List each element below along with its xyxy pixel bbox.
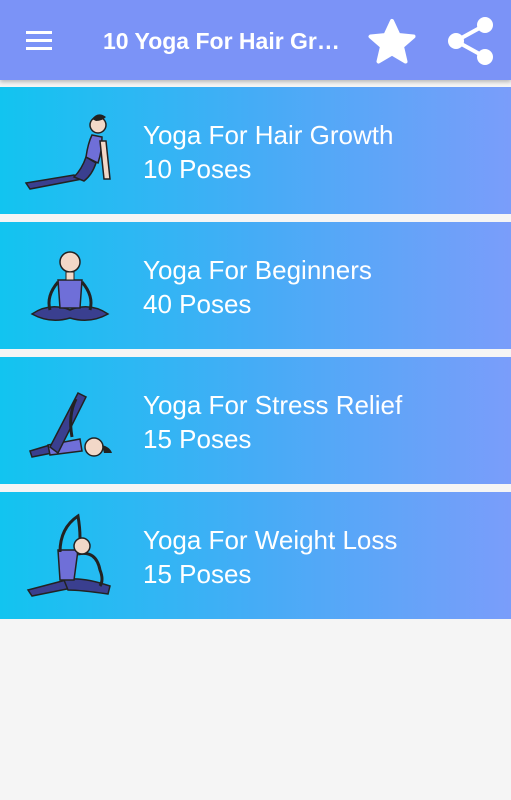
share-icon[interactable] xyxy=(443,14,499,68)
category-title: Yoga For Hair Growth xyxy=(143,120,394,150)
app-bar: 10 Yoga For Hair Growth xyxy=(0,0,511,80)
category-pose-count: 15 Poses xyxy=(143,424,252,454)
cobra-pose-icon xyxy=(24,114,111,190)
lotus-pose-icon xyxy=(30,251,110,321)
category-title: Yoga For Beginners xyxy=(143,255,372,285)
category-card-weight-loss[interactable]: Yoga For Weight Loss 15 Poses xyxy=(0,492,511,619)
category-card-beginners[interactable]: Yoga For Beginners 40 Poses xyxy=(0,222,511,349)
star-icon[interactable] xyxy=(366,18,418,66)
category-pose-count: 15 Poses xyxy=(143,559,252,589)
category-title: Yoga For Weight Loss xyxy=(143,525,398,555)
category-pose-count: 10 Poses xyxy=(143,154,252,184)
category-card-hair-growth[interactable]: Yoga For Hair Growth 10 Poses xyxy=(0,87,511,214)
leg-stretch-pose-icon xyxy=(29,391,112,458)
category-pose-count: 40 Poses xyxy=(143,289,252,319)
category-title: Yoga For Stress Relief xyxy=(143,390,403,420)
category-card-stress-relief[interactable]: Yoga For Stress Relief 15 Poses xyxy=(0,357,511,484)
king-pigeon-pose-icon xyxy=(26,513,111,597)
app-title: 10 Yoga For Hair Growth xyxy=(103,28,343,54)
hamburger-menu-icon[interactable] xyxy=(22,24,56,56)
